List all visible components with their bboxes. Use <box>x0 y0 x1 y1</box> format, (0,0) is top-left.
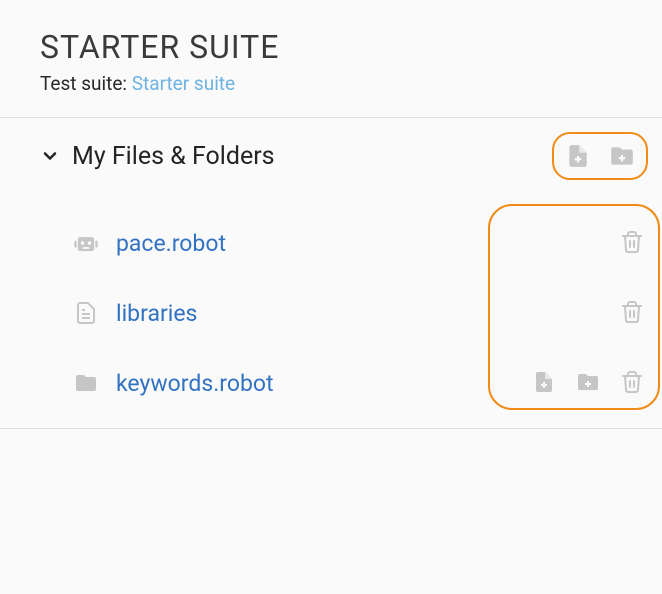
new-file-button[interactable] <box>526 364 562 400</box>
new-folder-button[interactable] <box>604 138 640 174</box>
panel-header: STARTER SUITE Test suite: Starter suite <box>0 0 662 118</box>
file-list: pace.robot libraries keywords.robot <box>0 194 662 428</box>
page-title: STARTER SUITE <box>40 28 622 66</box>
file-panel: STARTER SUITE Test suite: Starter suite … <box>0 0 662 594</box>
file-name[interactable]: libraries <box>116 300 197 327</box>
breadcrumb-label: Test suite: <box>40 72 132 95</box>
file-name[interactable]: pace.robot <box>116 230 226 257</box>
files-section: My Files & Folders pace.robot <box>0 118 662 429</box>
row-actions <box>526 364 650 400</box>
delete-button[interactable] <box>614 224 650 260</box>
file-text-icon <box>70 297 102 329</box>
row-actions <box>614 224 650 260</box>
robot-icon <box>70 227 102 259</box>
toolbar-highlight <box>552 132 648 180</box>
row-actions <box>614 294 650 330</box>
delete-button[interactable] <box>614 294 650 330</box>
section-title: My Files & Folders <box>72 142 552 171</box>
delete-button[interactable] <box>614 364 650 400</box>
new-folder-button[interactable] <box>570 364 606 400</box>
list-item[interactable]: pace.robot <box>70 208 648 278</box>
folder-icon <box>70 367 102 399</box>
section-header[interactable]: My Files & Folders <box>0 118 662 194</box>
breadcrumb: Test suite: Starter suite <box>40 72 622 95</box>
chevron-down-icon <box>38 144 62 168</box>
breadcrumb-link[interactable]: Starter suite <box>132 72 235 95</box>
new-file-button[interactable] <box>560 138 596 174</box>
file-name[interactable]: keywords.robot <box>116 370 274 397</box>
list-item[interactable]: libraries <box>70 278 648 348</box>
